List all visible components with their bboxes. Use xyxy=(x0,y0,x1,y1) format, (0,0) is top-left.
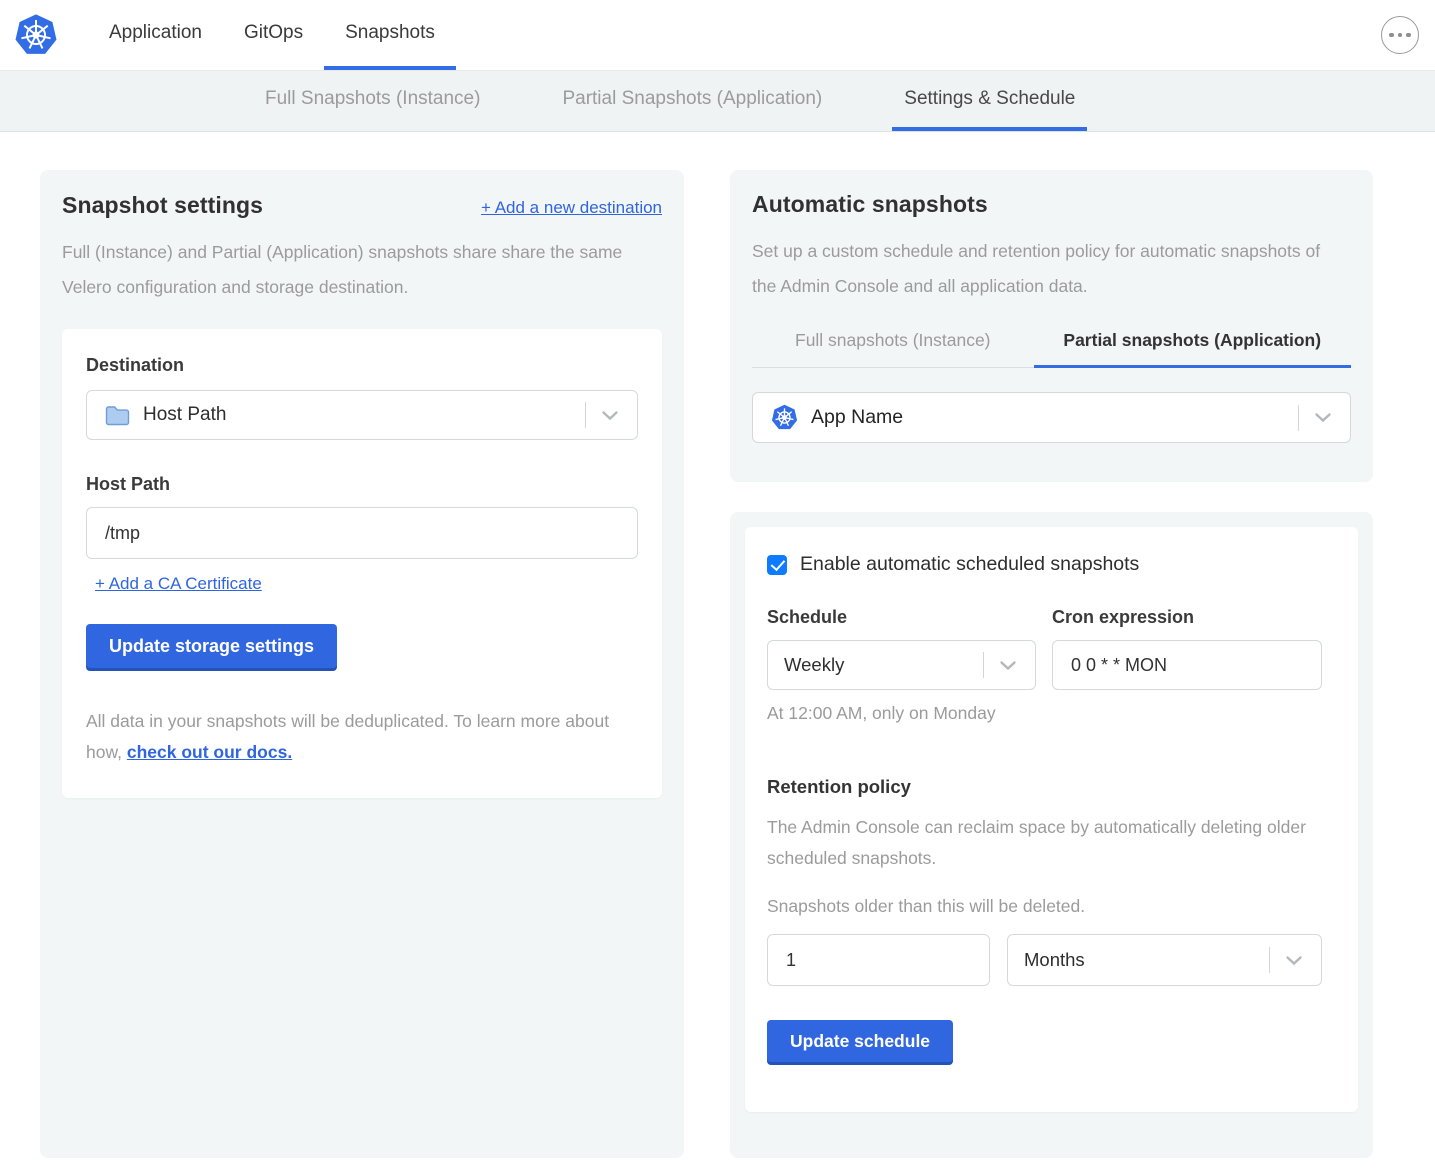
app-select-value: App Name xyxy=(811,406,903,429)
select-divider xyxy=(1298,405,1299,431)
dedupe-note: All data in your snapshots will be dedup… xyxy=(86,706,638,768)
automatic-snapshots-card: Automatic snapshots Set up a custom sche… xyxy=(730,170,1373,482)
retention-unit-value: Months xyxy=(1024,949,1085,971)
snapshot-settings-card: Snapshot settings + Add a new destinatio… xyxy=(40,170,684,1158)
top-navbar: Application GitOps Snapshots xyxy=(0,0,1435,70)
destination-select[interactable]: Host Path xyxy=(86,390,638,440)
app-select[interactable]: App Name xyxy=(752,392,1351,443)
retention-hint: Snapshots older than this will be delete… xyxy=(767,896,1336,917)
ellipsis-menu-icon[interactable] xyxy=(1381,16,1419,54)
enable-scheduled-snapshots-checkbox[interactable] xyxy=(767,555,787,575)
select-divider xyxy=(585,402,586,428)
host-path-input[interactable] xyxy=(86,507,638,559)
snapshot-settings-description: Full (Instance) and Partial (Application… xyxy=(62,235,652,305)
folder-icon xyxy=(105,405,130,426)
snapshot-settings-title: Snapshot settings xyxy=(62,192,263,219)
main-nav: Application GitOps Snapshots xyxy=(88,0,456,70)
tab-partial-snapshots-application[interactable]: Partial snapshots (Application) xyxy=(1034,330,1351,368)
host-path-label: Host Path xyxy=(86,474,638,495)
retention-unit-select[interactable]: Months xyxy=(1007,934,1322,986)
select-divider xyxy=(1269,947,1270,973)
update-storage-settings-button[interactable]: Update storage settings xyxy=(86,624,337,668)
select-divider xyxy=(983,652,984,678)
add-new-destination-link[interactable]: + Add a new destination xyxy=(481,198,662,218)
automatic-snapshots-description: Set up a custom schedule and retention p… xyxy=(752,234,1342,304)
chevron-down-icon xyxy=(601,410,619,421)
schedule-select[interactable]: Weekly xyxy=(767,640,1036,690)
cron-expression-label: Cron expression xyxy=(1052,607,1322,628)
update-schedule-button[interactable]: Update schedule xyxy=(767,1020,953,1062)
schedule-retention-panel: Enable automatic scheduled snapshots Sch… xyxy=(745,527,1358,1112)
storage-settings-panel: Destination Host Path Ho xyxy=(62,329,662,798)
cron-expression-input[interactable] xyxy=(1052,640,1322,690)
tab-partial-snapshots[interactable]: Partial Snapshots (Application) xyxy=(550,71,834,131)
schedule-select-value: Weekly xyxy=(784,654,844,676)
add-ca-certificate-link[interactable]: + Add a CA Certificate xyxy=(95,574,262,594)
retention-policy-title: Retention policy xyxy=(767,776,1336,798)
chevron-down-icon xyxy=(1314,412,1332,423)
retention-amount-input[interactable] xyxy=(767,934,990,986)
schedule-label: Schedule xyxy=(767,607,1036,628)
tab-full-snapshots-instance[interactable]: Full snapshots (Instance) xyxy=(752,330,1034,368)
chevron-down-icon xyxy=(999,660,1017,671)
tab-full-snapshots[interactable]: Full Snapshots (Instance) xyxy=(253,71,492,131)
tab-settings-schedule[interactable]: Settings & Schedule xyxy=(892,71,1087,131)
cron-readable-text: At 12:00 AM, only on Monday xyxy=(767,703,1336,724)
snapshot-type-tabs: Full snapshots (Instance) Partial snapsh… xyxy=(752,330,1351,368)
nav-item-application[interactable]: Application xyxy=(88,0,223,70)
kubernetes-icon xyxy=(771,404,798,431)
destination-label: Destination xyxy=(86,355,638,376)
enable-scheduled-snapshots-label: Enable automatic scheduled snapshots xyxy=(800,553,1139,576)
docs-link[interactable]: check out our docs. xyxy=(127,742,292,762)
retention-policy-description: The Admin Console can reclaim space by a… xyxy=(767,812,1312,874)
chevron-down-icon xyxy=(1285,955,1303,966)
automatic-snapshots-title: Automatic snapshots xyxy=(752,191,1351,218)
kubernetes-logo-icon xyxy=(14,13,58,57)
nav-item-gitops[interactable]: GitOps xyxy=(223,0,324,70)
destination-select-value: Host Path xyxy=(143,404,226,426)
nav-item-snapshots[interactable]: Snapshots xyxy=(324,0,456,70)
schedule-retention-card: Enable automatic scheduled snapshots Sch… xyxy=(730,512,1373,1158)
snapshots-subnav: Full Snapshots (Instance) Partial Snapsh… xyxy=(0,70,1435,132)
